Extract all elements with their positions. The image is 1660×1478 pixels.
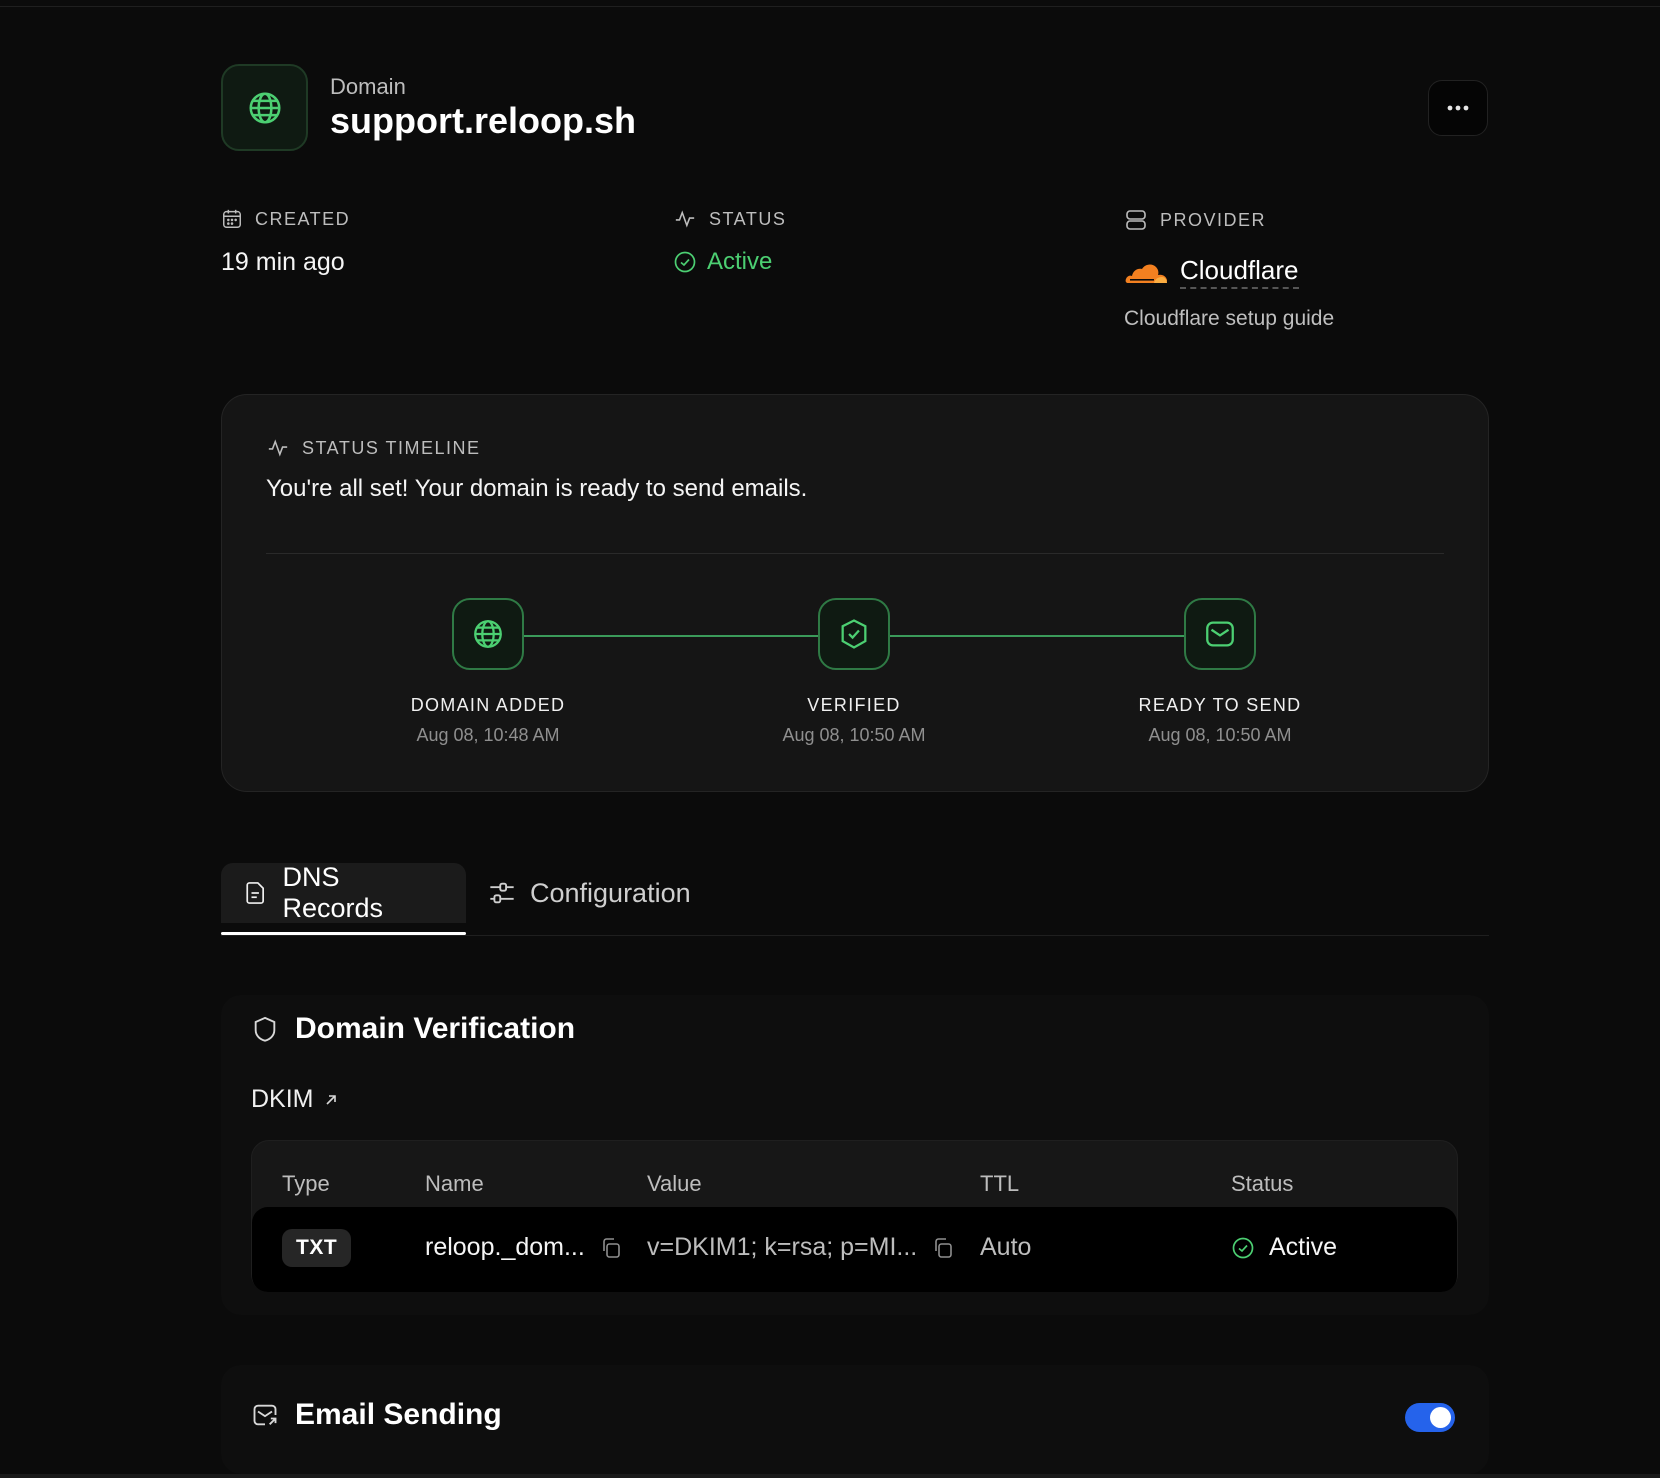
tab-configuration[interactable]: Configuration: [466, 863, 713, 923]
activity-icon: [675, 210, 695, 228]
record-type-badge: TXT: [282, 1229, 352, 1267]
timeline-connector: [890, 635, 1184, 637]
status-timeline-card: STATUS TIMELINE You're all set! Your dom…: [221, 394, 1489, 792]
timeline-step-time: Aug 08, 10:48 AM: [416, 725, 560, 745]
timeline-step-ready-to-send: [1184, 598, 1256, 670]
dkim-link[interactable]: DKIM: [251, 1085, 338, 1114]
page-title: support.reloop.sh: [330, 100, 636, 141]
status-label: STATUS: [709, 208, 787, 229]
created-label: CREATED: [255, 208, 351, 229]
mail-send-icon: [253, 1404, 277, 1426]
check-circle-icon: [674, 251, 696, 273]
email-sending-heading: Email Sending: [251, 1398, 502, 1432]
record-status-badge: Active: [1231, 1233, 1337, 1262]
record-ttl: Auto: [980, 1233, 1032, 1261]
cloudflare-logo-icon: [1125, 264, 1167, 283]
dns-records-table: Type Name Value TTL Status TXT reloop._d…: [251, 1140, 1458, 1292]
status-badge: Active: [673, 248, 772, 276]
timeline-step-title: READY TO SEND: [1138, 695, 1302, 715]
timeline-heading: STATUS TIMELINE: [266, 437, 481, 459]
server-icon: [1126, 210, 1146, 230]
calendar-icon: [223, 209, 241, 228]
external-arrow-icon: [325, 1094, 336, 1105]
timeline-step-verified: [818, 598, 890, 670]
status-value: Active: [707, 248, 773, 275]
provider-label: PROVIDER: [1160, 209, 1267, 230]
domain-verification-heading: Domain Verification: [251, 1012, 575, 1046]
check-circle-icon: [1232, 1237, 1254, 1258]
provider-name-link[interactable]: Cloudflare: [1180, 255, 1299, 289]
globe-icon: [474, 620, 502, 648]
shield-icon: [254, 1016, 276, 1042]
document-icon: [246, 882, 264, 904]
column-header-ttl: TTL: [980, 1171, 1020, 1196]
provider-setup-guide-link[interactable]: Cloudflare setup guide: [1124, 307, 1334, 331]
timeline-step-title: VERIFIED: [807, 695, 901, 715]
timeline-heading-label: STATUS TIMELINE: [302, 437, 481, 458]
timeline-connector: [524, 635, 818, 637]
table-row: TXT reloop._dom... v=DKIM1; k=rsa; p=MI.…: [252, 1207, 1457, 1292]
copy-icon: [603, 1237, 620, 1258]
column-header-type: Type: [282, 1171, 330, 1196]
activity-icon: [268, 439, 288, 457]
shield-check-icon: [841, 619, 867, 649]
column-header-name: Name: [425, 1171, 484, 1196]
toggle-knob: [1430, 1407, 1451, 1428]
column-header-value: Value: [647, 1171, 702, 1196]
timeline-step-domain-added: [452, 598, 524, 670]
timeline-step-time: Aug 08, 10:50 AM: [1148, 725, 1292, 745]
copy-value-button[interactable]: [931, 1236, 955, 1260]
domain-label: Domain: [330, 74, 406, 99]
tab-dns-records[interactable]: DNS Records: [221, 862, 466, 923]
record-name-cell: reloop._dom...: [425, 1233, 623, 1262]
copy-icon: [935, 1237, 953, 1258]
record-status: Active: [1269, 1233, 1338, 1261]
copy-name-button[interactable]: [599, 1236, 623, 1260]
timeline-step-title: DOMAIN ADDED: [410, 695, 566, 715]
tab-label: DNS Records: [282, 862, 383, 923]
dkim-label: DKIM: [251, 1085, 314, 1113]
ellipsis-icon: [1447, 105, 1469, 111]
provider-value: Cloudflare: [1124, 255, 1299, 289]
more-options-button[interactable]: [1428, 80, 1488, 136]
bottom-divider: [0, 1474, 1660, 1478]
mail-icon: [1206, 621, 1234, 647]
record-name: reloop._dom...: [425, 1233, 585, 1261]
provider-heading: PROVIDER: [1124, 208, 1266, 232]
timeline-message: You're all set! Your domain is ready to …: [266, 475, 808, 502]
column-header-status: Status: [1231, 1171, 1294, 1196]
record-value: v=DKIM1; k=rsa; p=MI...: [647, 1233, 918, 1261]
domain-globe-icon: [221, 64, 308, 151]
tab-label: Configuration: [530, 877, 691, 908]
record-value-cell: v=DKIM1; k=rsa; p=MI...: [647, 1233, 955, 1262]
timeline-divider: [266, 553, 1444, 554]
tabs-divider: [221, 935, 1489, 936]
timeline-step-time: Aug 08, 10:50 AM: [782, 725, 926, 745]
created-heading: CREATED: [221, 208, 350, 230]
status-heading: STATUS: [673, 208, 786, 230]
section-title: Domain Verification: [295, 1012, 576, 1045]
created-value: 19 min ago: [221, 248, 345, 276]
top-divider: [0, 6, 1660, 7]
settings-sliders-icon: [490, 882, 514, 904]
email-sending-toggle[interactable]: [1405, 1403, 1455, 1432]
section-title: Email Sending: [295, 1398, 502, 1431]
